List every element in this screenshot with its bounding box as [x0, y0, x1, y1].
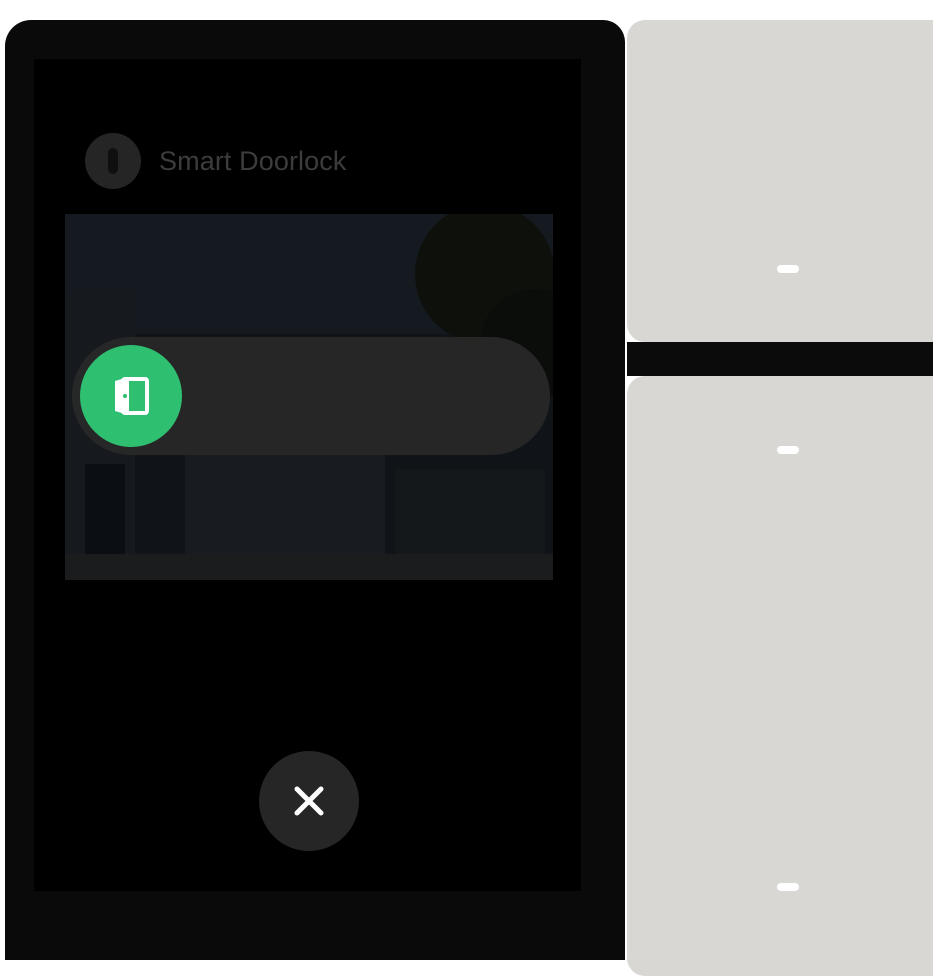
switch-divider: [627, 342, 933, 376]
doorlock-icon: [85, 133, 141, 189]
unlock-slider-knob[interactable]: [80, 345, 182, 447]
switch-button-bottom[interactable]: [627, 376, 933, 976]
switch-button-top[interactable]: [627, 20, 933, 342]
door-open-icon: [115, 377, 149, 415]
indicator-led-icon: [777, 446, 799, 454]
close-icon: [294, 786, 324, 816]
app-header: Smart Doorlock: [85, 133, 346, 189]
indicator-led-icon: [777, 265, 799, 273]
close-button[interactable]: [259, 751, 359, 851]
indicator-led-icon: [777, 883, 799, 891]
app-title: Smart Doorlock: [159, 145, 347, 176]
